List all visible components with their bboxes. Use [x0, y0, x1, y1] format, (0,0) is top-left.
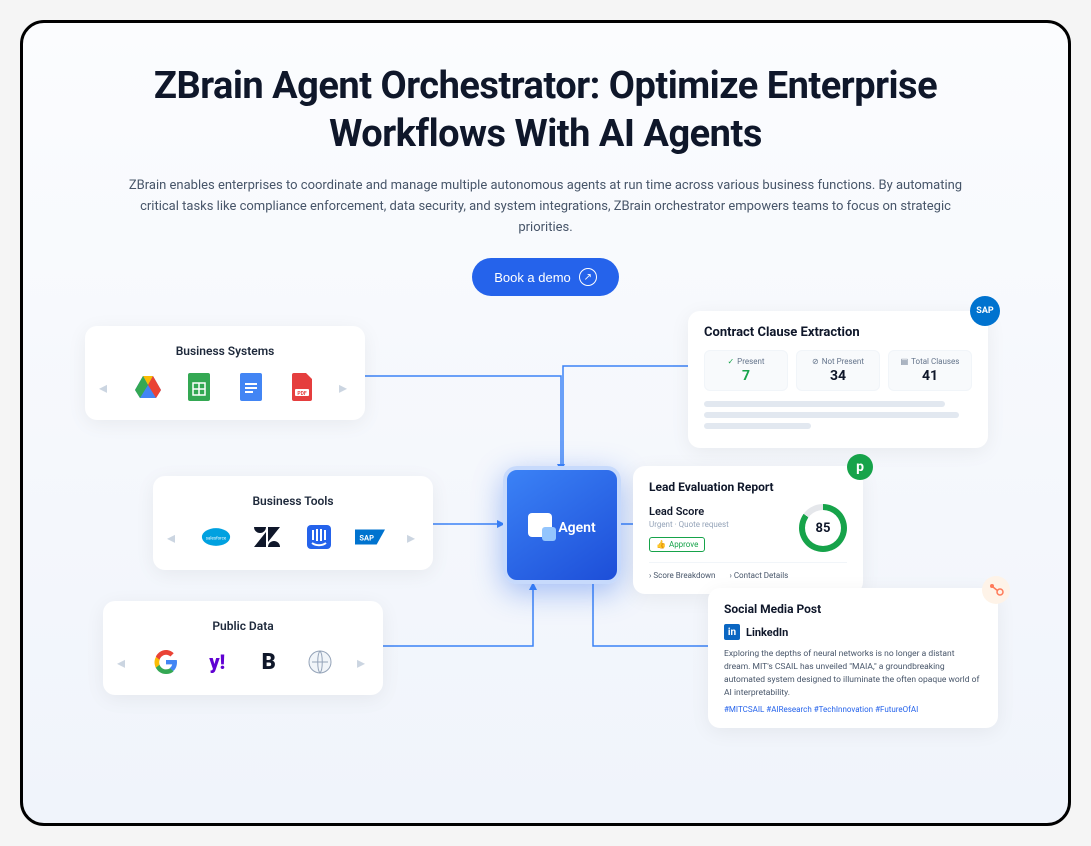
check-icon: ✓ [727, 357, 734, 366]
card-title: Business Tools [167, 494, 419, 508]
contact-details-link[interactable]: › Contact Details [729, 571, 788, 580]
prev-arrow[interactable]: ◂ [117, 653, 129, 672]
score-value: 85 [805, 510, 841, 546]
pipedrive-badge: p [847, 454, 873, 480]
prev-arrow[interactable]: ◂ [167, 528, 179, 547]
icons-row: ◂ y! B ▸ [117, 647, 369, 677]
next-arrow[interactable]: ▸ [339, 378, 351, 397]
icons-row: ◂ PDF ▸ [99, 372, 351, 402]
card-title: Contract Clause Extraction [704, 325, 972, 340]
card-title: Business Systems [99, 344, 351, 358]
bold-icon: B [254, 647, 284, 677]
doc-icon: ▤ [901, 357, 909, 366]
svg-text:SAP: SAP [360, 534, 375, 543]
wikipedia-icon [305, 647, 335, 677]
page-description: ZBrain enables enterprises to coordinate… [121, 176, 971, 238]
metric-row: ✓Present 7 ⊘Not Present 34 ▤Total Clause… [704, 350, 972, 391]
agent-node: Agent [503, 466, 621, 584]
post-tags: #MITCSAIL #AIResearch #TechInnovation #F… [724, 705, 982, 714]
sap-badge: SAP [970, 296, 1000, 326]
diagram-area: Business Systems ◂ PDF ▸ Business Tools … [73, 326, 1018, 786]
approve-button[interactable]: 👍Approve [649, 537, 705, 552]
business-systems-card: Business Systems ◂ PDF ▸ [85, 326, 365, 420]
page-title: ZBrain Agent Orchestrator: Optimize Ente… [73, 63, 1018, 158]
lead-score-label: Lead Score [649, 505, 729, 518]
skeleton-line [704, 423, 811, 429]
book-demo-button[interactable]: Book a demo ↗ [472, 258, 619, 296]
x-icon: ⊘ [812, 357, 819, 366]
page-frame: ZBrain Agent Orchestrator: Optimize Ente… [20, 20, 1071, 826]
agent-label: Agent [558, 520, 595, 536]
intercom-icon [304, 522, 334, 552]
sap-icon: SAP [355, 522, 385, 552]
pdf-icon: PDF [287, 372, 317, 402]
salesforce-icon: salesforce [201, 522, 231, 552]
platform-label: LinkedIn [746, 626, 788, 639]
card-title: Public Data [117, 619, 369, 633]
gsheets-icon [184, 372, 214, 402]
prev-arrow[interactable]: ◂ [99, 378, 111, 397]
cta-label: Book a demo [494, 270, 571, 285]
card-title: Social Media Post [724, 602, 982, 616]
post-body: Exploring the depths of neural networks … [724, 648, 982, 699]
public-data-card: Public Data ◂ y! B ▸ [103, 601, 383, 695]
thumb-icon: 👍 [656, 540, 666, 549]
linkedin-icon: in [724, 624, 740, 640]
lead-card: p Lead Evaluation Report Lead Score Urge… [633, 466, 863, 594]
metric-not-present: ⊘Not Present 34 [796, 350, 880, 391]
business-tools-card: Business Tools ◂ salesforce SAP ▸ [153, 476, 433, 570]
gdrive-icon [133, 372, 163, 402]
next-arrow[interactable]: ▸ [357, 653, 369, 672]
lead-urgent: Urgent · Quote request [649, 520, 729, 529]
contract-card: SAP Contract Clause Extraction ✓Present … [688, 311, 988, 448]
svg-text:PDF: PDF [298, 391, 307, 397]
score-ring: 85 [799, 504, 847, 552]
next-arrow[interactable]: ▸ [407, 528, 419, 547]
linkedin-row: in LinkedIn [724, 624, 982, 640]
icons-row: ◂ salesforce SAP ▸ [167, 522, 419, 552]
arrow-icon: ↗ [579, 268, 597, 286]
skeleton-line [704, 401, 945, 407]
score-breakdown-link[interactable]: › Score Breakdown [649, 571, 715, 580]
metric-present: ✓Present 7 [704, 350, 788, 391]
metric-total: ▤Total Clauses 41 [888, 350, 972, 391]
hubspot-badge [982, 576, 1010, 604]
card-title: Lead Evaluation Report [649, 480, 847, 494]
hero-section: ZBrain Agent Orchestrator: Optimize Ente… [73, 63, 1018, 296]
zendesk-icon [252, 522, 282, 552]
gdocs-icon [236, 372, 266, 402]
google-icon [151, 647, 181, 677]
social-card: Social Media Post in LinkedIn Exploring … [708, 588, 998, 728]
agent-icon [528, 513, 552, 537]
yahoo-icon: y! [202, 647, 232, 677]
skeleton-line [704, 412, 959, 418]
